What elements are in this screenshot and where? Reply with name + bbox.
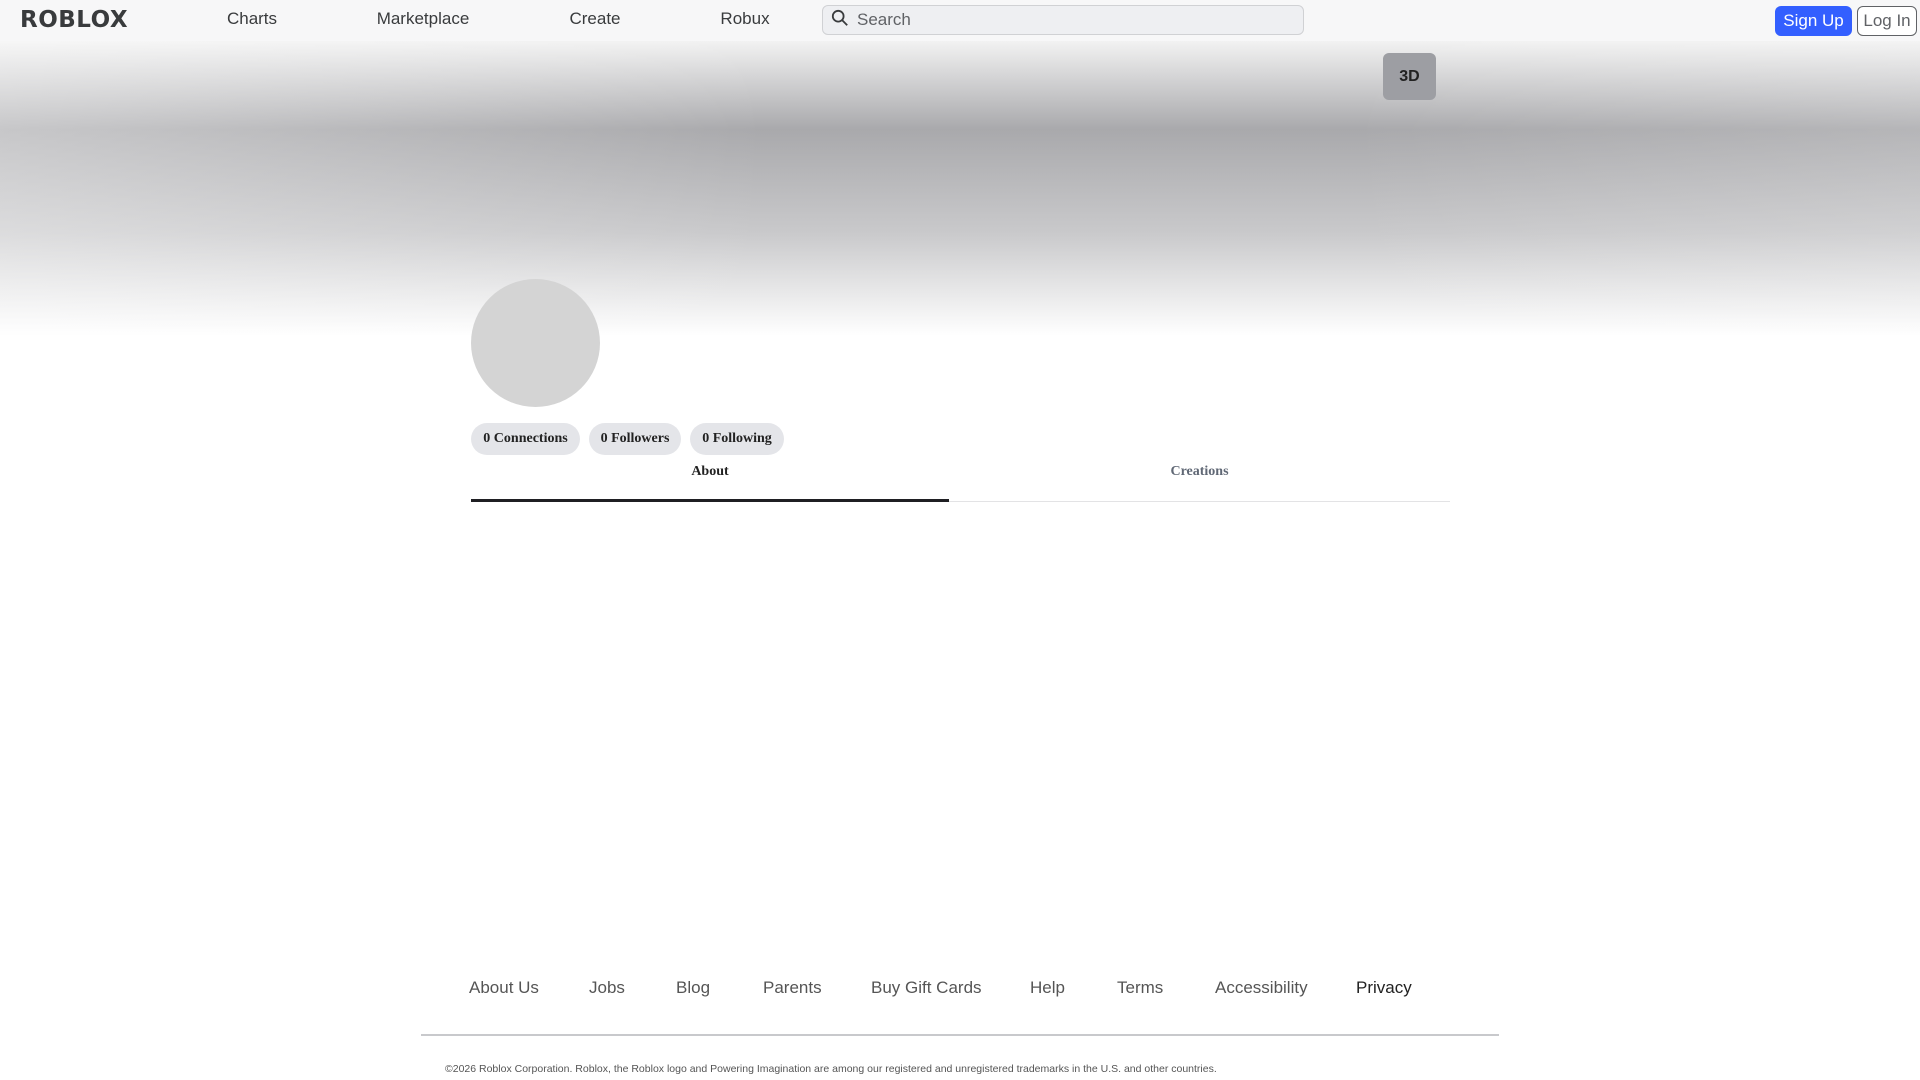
footer-link-parents[interactable]: Parents (763, 978, 822, 998)
nav-link-robux[interactable]: Robux (720, 9, 769, 29)
copyright-text: ©2026 Roblox Corporation. Roblox, the Ro… (445, 1063, 1217, 1075)
avatar (471, 279, 600, 407)
footer-link-about-us[interactable]: About Us (469, 978, 539, 998)
sign-up-button[interactable]: Sign Up (1775, 6, 1852, 36)
nav-link-charts[interactable]: Charts (227, 9, 277, 29)
roblox-logo[interactable]: ROBLOX (20, 9, 128, 32)
search-box[interactable] (822, 5, 1304, 35)
footer-link-accessibility[interactable]: Accessibility (1215, 978, 1308, 998)
tab-creations[interactable]: Creations (949, 464, 1450, 502)
followers-count[interactable]: 0 Followers (589, 423, 681, 455)
footer-link-buy-gift-cards[interactable]: Buy Gift Cards (871, 978, 982, 998)
search-input[interactable] (857, 10, 1277, 30)
nav-link-create[interactable]: Create (569, 9, 620, 29)
log-in-button[interactable]: Log In (1857, 6, 1917, 36)
footer-link-help[interactable]: Help (1030, 978, 1065, 998)
footer-divider (421, 1034, 1499, 1036)
footer-link-terms[interactable]: Terms (1117, 978, 1163, 998)
nav-link-marketplace[interactable]: Marketplace (377, 9, 470, 29)
footer-link-privacy[interactable]: Privacy (1356, 978, 1412, 998)
footer-link-blog[interactable]: Blog (676, 978, 710, 998)
following-count[interactable]: 0 Following (690, 423, 784, 455)
view-3d-button[interactable]: 3D (1383, 53, 1436, 100)
search-icon (831, 9, 849, 32)
tab-about[interactable]: About (471, 464, 949, 502)
footer-link-jobs[interactable]: Jobs (589, 978, 625, 998)
profile-banner (0, 41, 1920, 336)
connections-count[interactable]: 0 Connections (471, 423, 580, 455)
top-navbar: ROBLOX Charts Marketplace Create Robux S… (0, 0, 1920, 41)
